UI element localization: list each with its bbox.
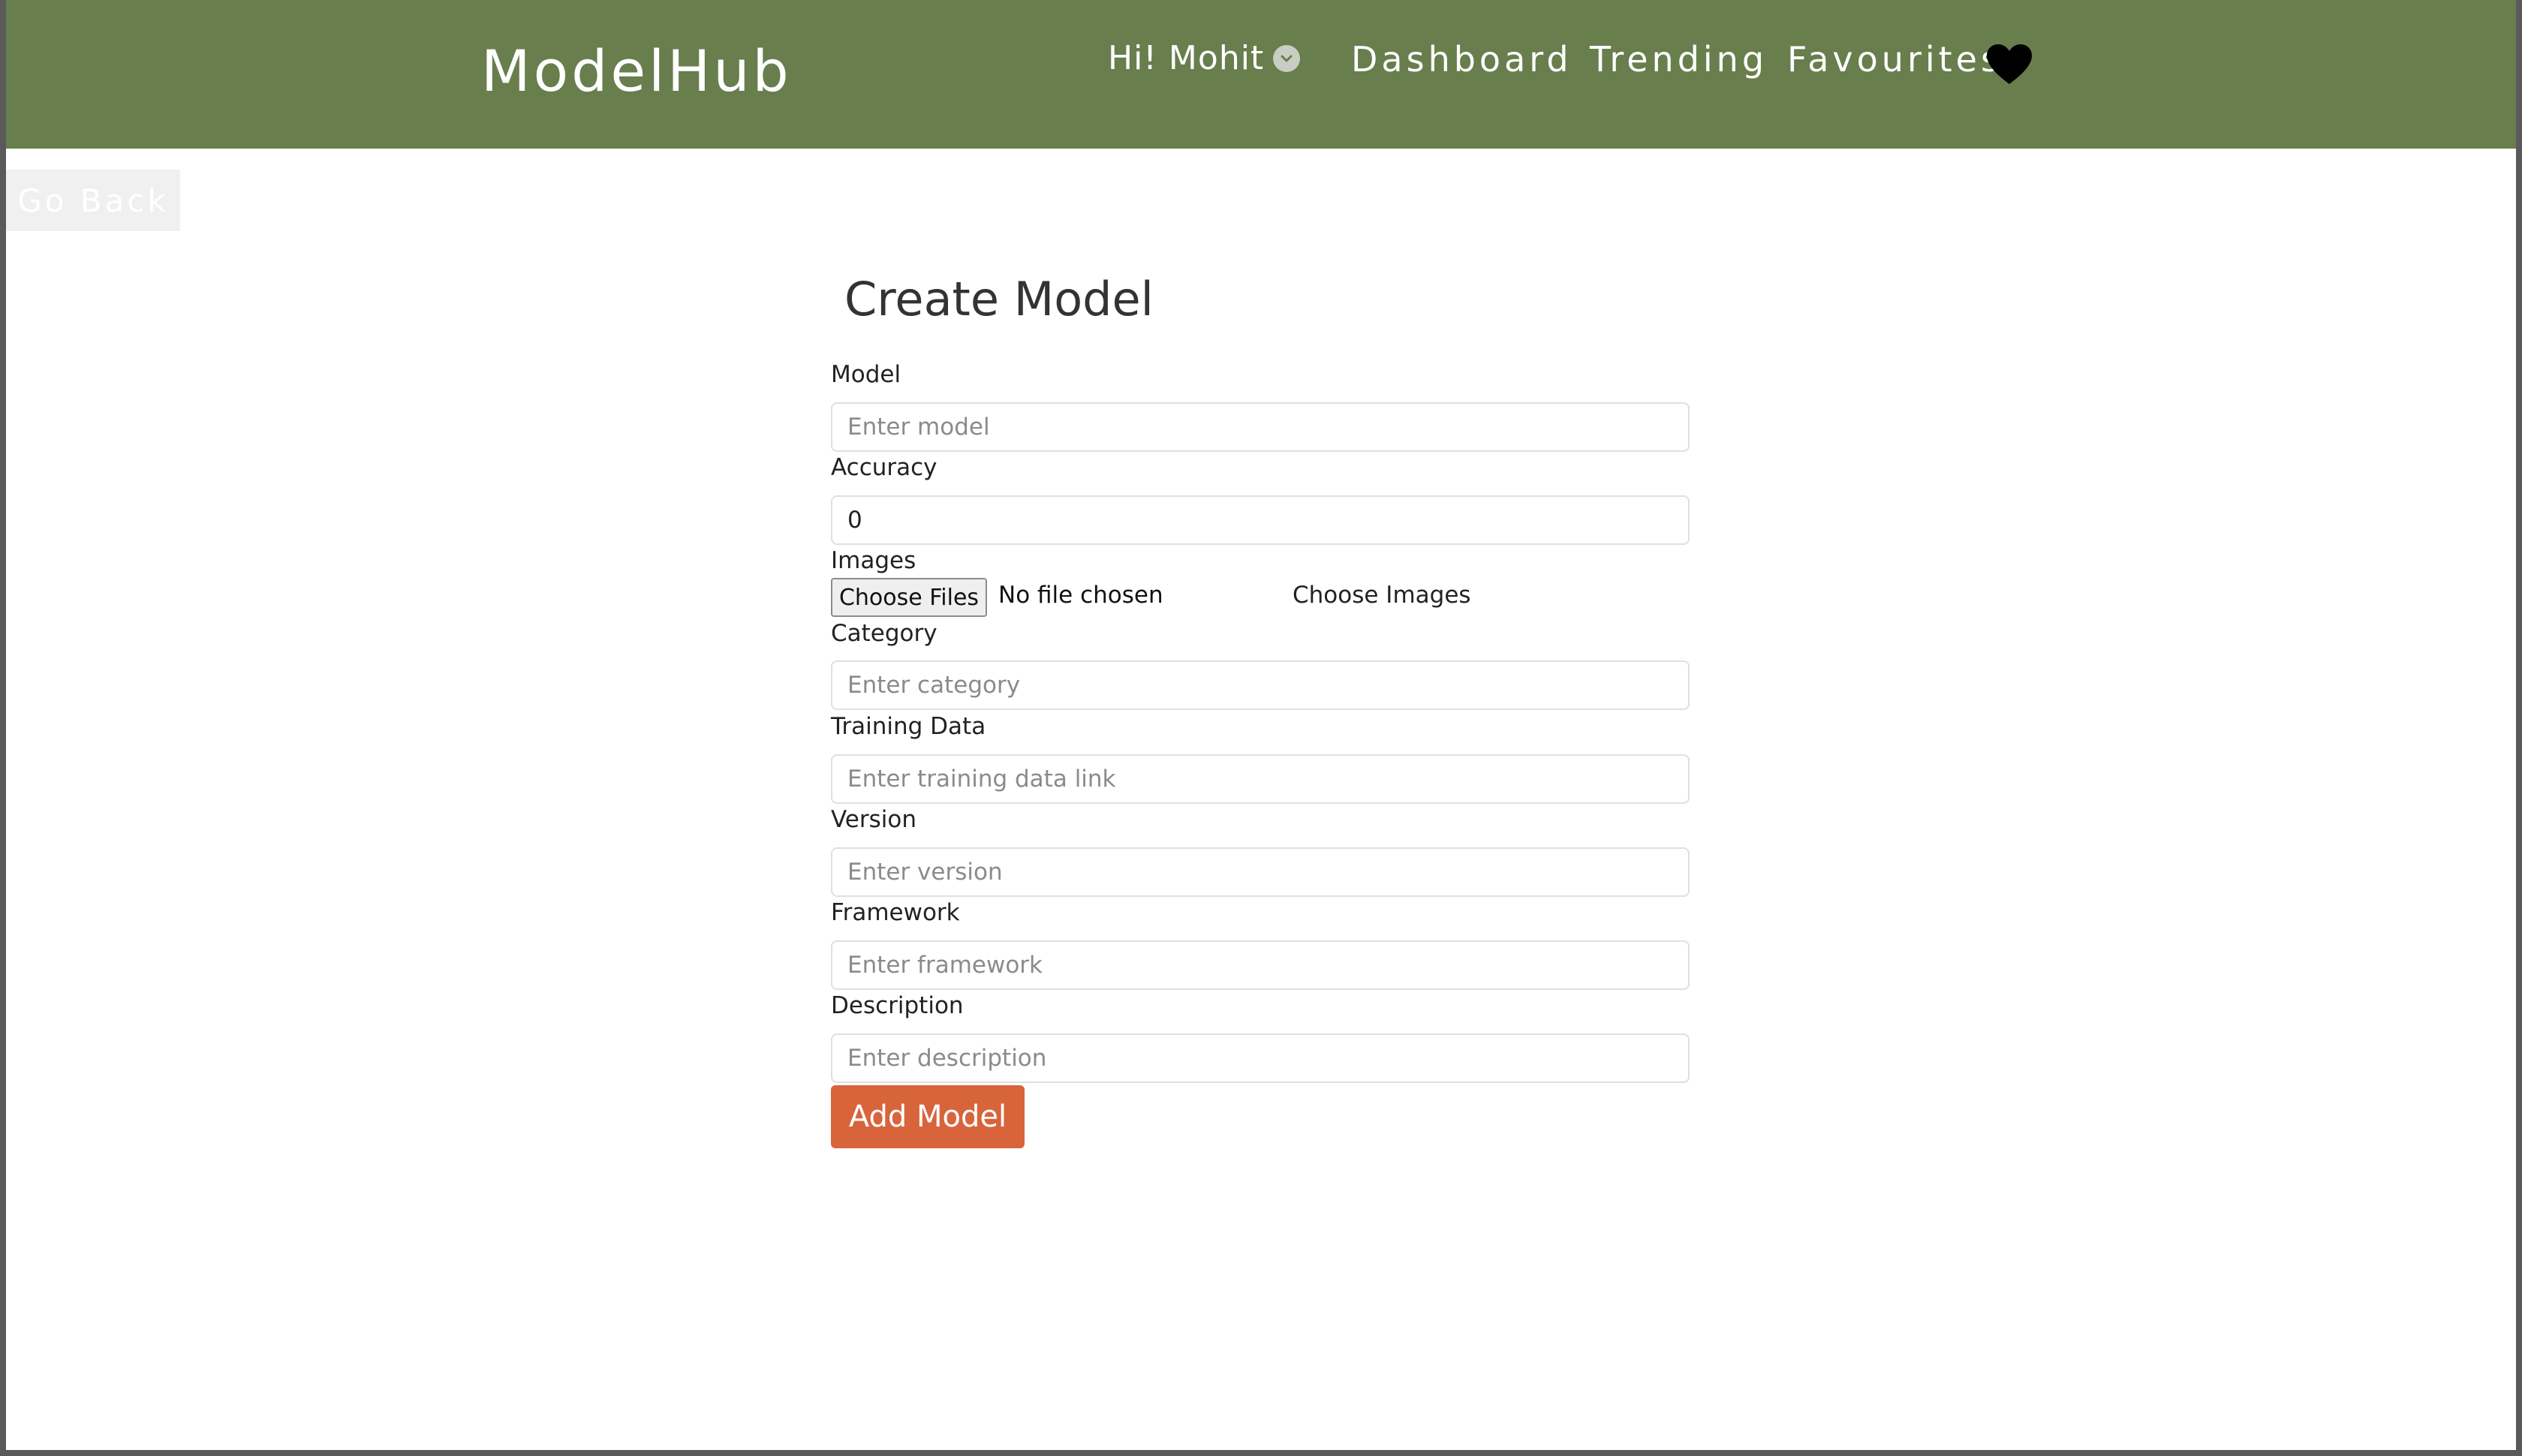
user-greeting: Hi! Mohit [1108, 39, 1265, 77]
heart-icon[interactable] [1985, 44, 2033, 89]
training-data-label: Training Data [831, 713, 986, 740]
framework-input[interactable] [831, 940, 1690, 990]
category-label: Category [831, 620, 937, 647]
user-menu[interactable]: Hi! Mohit [1108, 39, 1301, 77]
model-input[interactable] [831, 402, 1690, 452]
file-status: No file chosen [998, 582, 1163, 609]
version-input[interactable] [831, 847, 1690, 897]
browser-viewport: ModelHub Hi! Mohit Dashboard Trending Fa… [6, 0, 2516, 1450]
framework-label: Framework [831, 899, 960, 926]
go-back-button[interactable]: Go Back [6, 170, 180, 231]
nav-dashboard[interactable]: Dashboard [1351, 39, 1572, 80]
choose-images-hint: Choose Images [1293, 582, 1471, 609]
page-title: Create Model [844, 272, 1154, 326]
description-label: Description [831, 992, 964, 1019]
category-input[interactable] [831, 660, 1690, 710]
description-input[interactable] [831, 1033, 1690, 1083]
add-model-button[interactable]: Add Model [831, 1085, 1025, 1148]
nav-trending[interactable]: Trending [1590, 39, 1768, 80]
model-label: Model [831, 361, 901, 388]
nav-favourites[interactable]: Favourites [1787, 39, 2003, 80]
training-data-input[interactable] [831, 754, 1690, 804]
chevron-down-icon[interactable] [1273, 44, 1301, 72]
top-navbar: ModelHub Hi! Mohit Dashboard Trending Fa… [6, 0, 2516, 149]
version-label: Version [831, 806, 916, 833]
accuracy-label: Accuracy [831, 454, 937, 481]
accuracy-input[interactable] [831, 495, 1690, 545]
images-label: Images [831, 547, 916, 574]
choose-files-button[interactable]: Choose Files [831, 578, 987, 617]
brand-logo[interactable]: ModelHub [481, 38, 792, 104]
